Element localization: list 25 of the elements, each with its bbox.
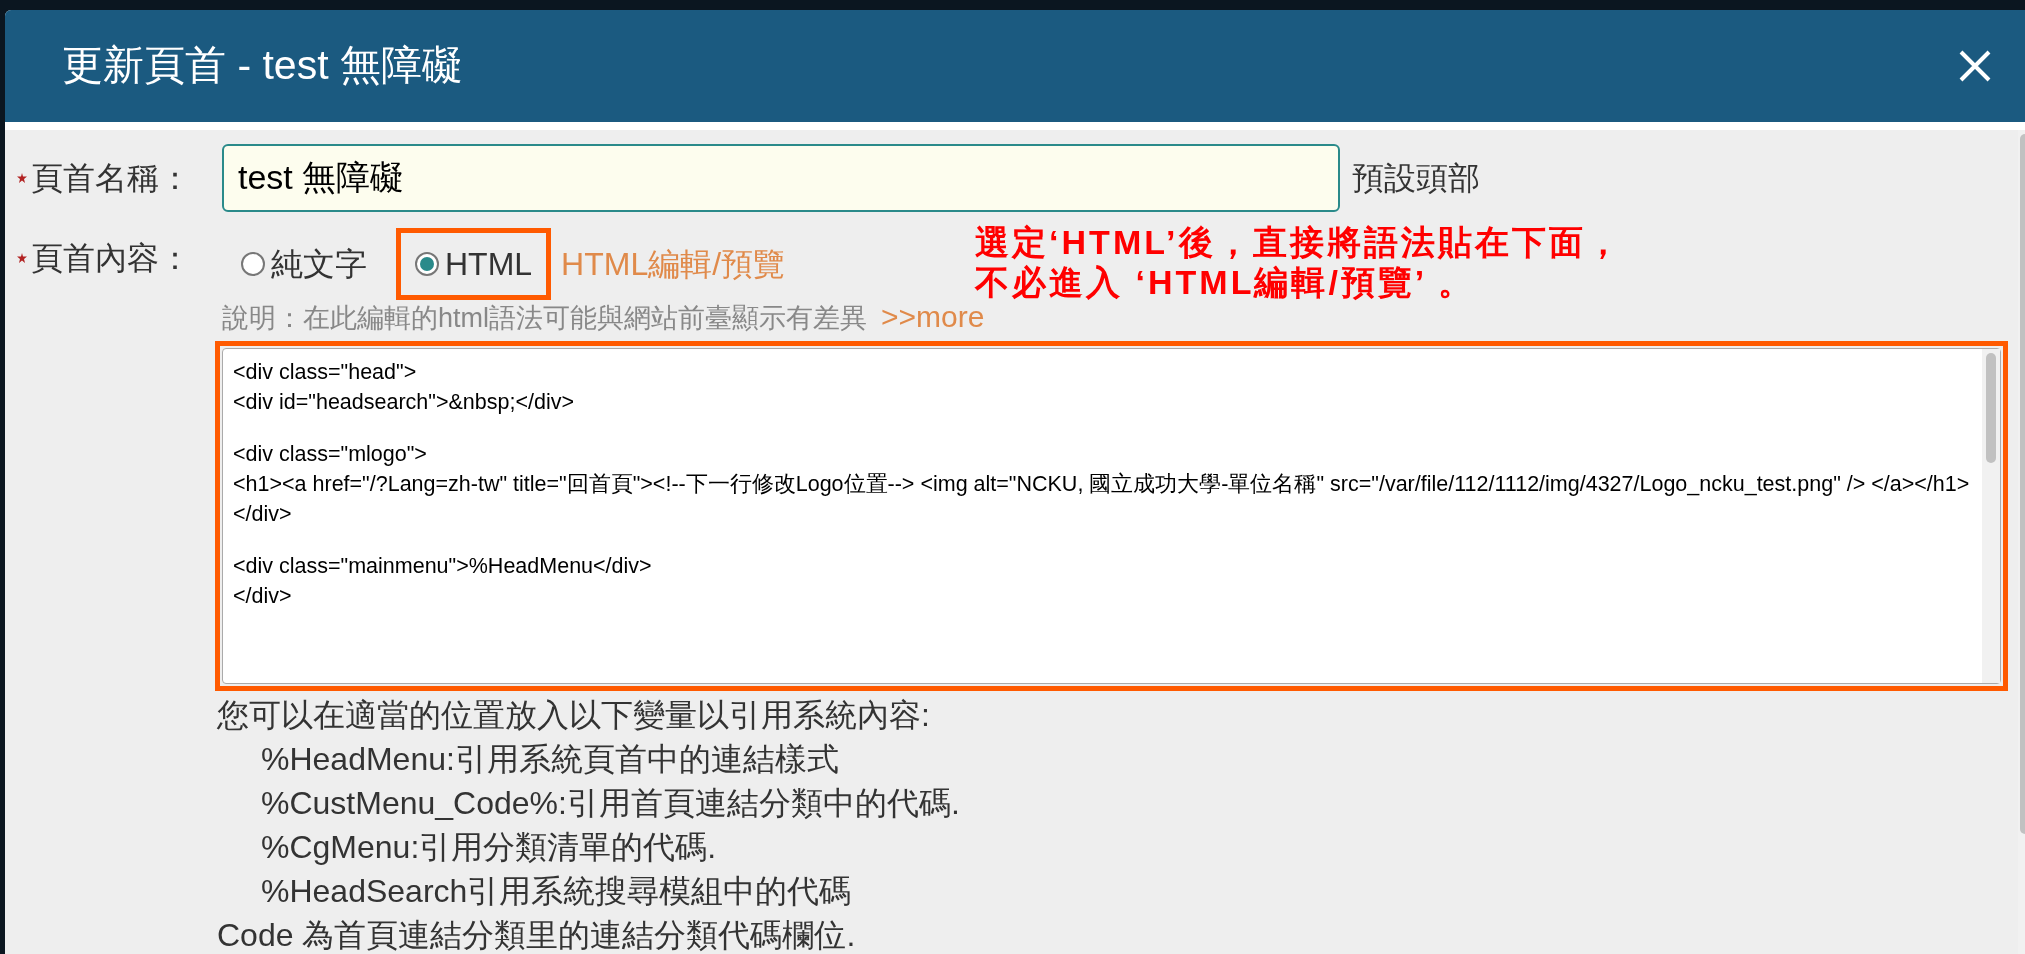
radio-option[interactable]: HTML <box>396 228 552 300</box>
code-line: <div class="head"> <box>233 359 418 386</box>
code-line: <div class="mainmenu">%HeadMenu</div> <box>233 553 653 580</box>
variables-footer: Code 為首頁連結分類里的連結分類代碼欄位. <box>217 913 2008 954</box>
required-marker-icon <box>17 173 27 183</box>
field-label: 頁首內容： <box>31 239 191 278</box>
radio-option[interactable]: 純文字 <box>222 228 386 300</box>
variable-item: %CustMenu_Code%:引用首頁連結分類中的代碼. <box>260 784 961 823</box>
code-line: <h1><a href="/?Lang=zh-tw" title="回首頁"><!--下一行修改Logo位置--> <img alt="NCKU, 國立成功大學-單位名稱" src="/var/file/112/1112/img/4327/Logo_ncku_test.png" /> </a></h1> <box>233 471 1971 498</box>
required-marker-icon <box>17 253 27 263</box>
default-header-label: 預設頭部 <box>1352 159 1480 198</box>
code-line: </div> <box>233 501 293 528</box>
variable-item: %CgMenu:引用分類清單的代碼. <box>260 828 718 867</box>
note-text: 說明：在此編輯的html語法可能與網站前臺顯示有差異 <box>222 302 867 335</box>
code-line: <div id="headsearch">&nbsp;</div> <box>233 389 575 416</box>
variable-item: %HeadSearch引用系統搜尋模組中的代碼 <box>260 872 853 911</box>
annotation-text: 選定‘HTML’後，直接將語法貼在下面， <box>975 222 1623 262</box>
code-line: </div> <box>233 583 293 610</box>
field-label: 頁首名稱： <box>31 159 191 198</box>
close-icon <box>1958 49 1992 83</box>
dialog-title: 更新頁首 - test 無障礙 <box>62 41 463 91</box>
code-line: <div class="mlogo"> <box>233 441 428 468</box>
name-input[interactable]: test 無障礙 <box>222 144 1340 212</box>
variables-intro: 您可以在適當的位置放入以下變量以引用系統內容: <box>217 696 931 735</box>
variable-item: %HeadMenu:引用系統頁首中的連結樣式 <box>260 740 840 779</box>
